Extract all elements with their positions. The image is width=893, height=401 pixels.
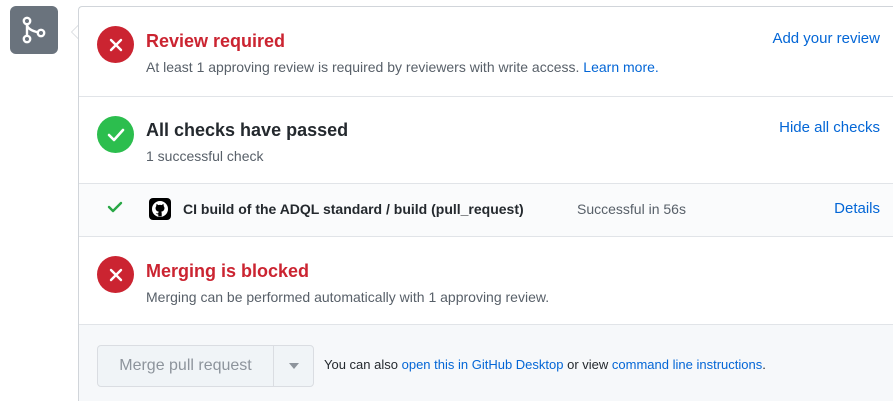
check-icon bbox=[107, 200, 123, 219]
checks-description: 1 successful check bbox=[146, 148, 264, 164]
github-logo-icon bbox=[149, 198, 171, 220]
details-link[interactable]: Details bbox=[834, 200, 880, 217]
note-middle: or view bbox=[567, 357, 609, 372]
note-prefix: You can also bbox=[324, 357, 398, 372]
merge-button-group: Merge pull request bbox=[97, 345, 314, 387]
note-suffix: . bbox=[762, 357, 766, 372]
x-circle-icon bbox=[97, 256, 134, 293]
blocked-description: Merging can be performed automatically w… bbox=[146, 289, 550, 305]
merge-method-dropdown[interactable] bbox=[274, 346, 313, 386]
merge-panel: Review required At least 1 approving rev… bbox=[78, 6, 893, 401]
merge-status-box: Review required At least 1 approving rev… bbox=[0, 0, 893, 401]
hide-checks-link[interactable]: Hide all checks bbox=[779, 119, 880, 136]
x-circle-icon bbox=[97, 26, 134, 63]
merge-alternatives-note: You can also open this in GitHub Desktop… bbox=[324, 357, 766, 372]
review-description: At least 1 approving review is required … bbox=[146, 59, 659, 75]
command-line-instructions-link[interactable]: command line instructions bbox=[612, 357, 762, 372]
review-description-text: At least 1 approving review is required … bbox=[146, 59, 580, 75]
github-desktop-link[interactable]: open this in GitHub Desktop bbox=[402, 357, 564, 372]
check-circle-icon bbox=[97, 116, 134, 153]
add-review-link[interactable]: Add your review bbox=[772, 30, 880, 47]
merge-pull-request-button[interactable]: Merge pull request bbox=[98, 346, 274, 386]
git-merge-icon bbox=[10, 6, 58, 54]
ci-check-status: Successful in 56s bbox=[577, 201, 686, 217]
merge-actions: Merge pull request You can also open thi… bbox=[79, 325, 893, 401]
blocked-section: Merging is blocked Merging can be perfor… bbox=[79, 237, 893, 325]
checks-title: All checks have passed bbox=[146, 120, 349, 140]
review-section: Review required At least 1 approving rev… bbox=[79, 7, 893, 97]
review-title: Review required bbox=[146, 31, 286, 51]
caret-down-icon bbox=[288, 363, 299, 369]
ci-check-name: CI build of the ADQL standard / build (p… bbox=[183, 201, 524, 217]
learn-more-link[interactable]: Learn more. bbox=[583, 59, 658, 75]
checks-section: All checks have passed 1 successful chec… bbox=[79, 97, 893, 184]
ci-check-row: CI build of the ADQL standard / build (p… bbox=[79, 184, 893, 237]
blocked-title: Merging is blocked bbox=[146, 261, 310, 281]
